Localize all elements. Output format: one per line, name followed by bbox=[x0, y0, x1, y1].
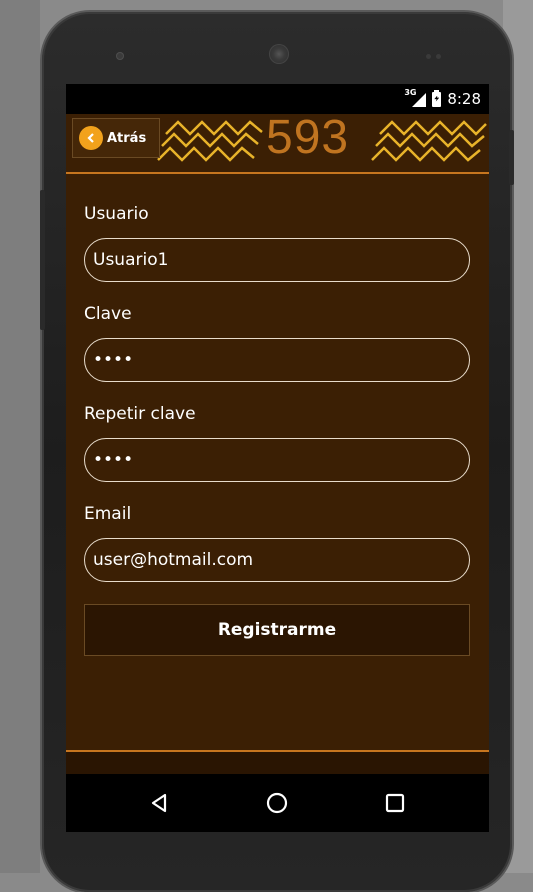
clock: 8:28 bbox=[447, 90, 481, 108]
username-label: Usuario bbox=[84, 204, 149, 224]
header-banner: 593 Atrás bbox=[66, 111, 489, 174]
footer-bar bbox=[66, 750, 489, 774]
speaker-grille bbox=[269, 44, 289, 64]
home-circle-icon[interactable] bbox=[262, 788, 292, 818]
password-label: Clave bbox=[84, 304, 132, 324]
repeat-password-label: Repetir clave bbox=[84, 404, 196, 424]
email-label: Email bbox=[84, 504, 132, 524]
email-input[interactable]: user@hotmail.com bbox=[84, 538, 470, 582]
brand-logo-text: 593 bbox=[266, 111, 350, 164]
chevron-left-icon bbox=[79, 126, 103, 150]
navigation-bar bbox=[66, 774, 489, 832]
volume-button bbox=[40, 190, 45, 330]
registration-form: Usuario Usuario1 Clave •••• Repetir clav… bbox=[84, 204, 470, 656]
battery-charging-icon bbox=[432, 89, 442, 107]
signal-icon: 3G bbox=[404, 88, 427, 107]
repeat-password-input[interactable]: •••• bbox=[84, 438, 470, 482]
background-left bbox=[0, 0, 40, 873]
front-camera bbox=[116, 52, 124, 60]
username-input[interactable]: Usuario1 bbox=[84, 238, 470, 282]
power-button bbox=[509, 130, 514, 185]
back-triangle-icon[interactable] bbox=[144, 788, 174, 818]
back-button[interactable]: Atrás bbox=[72, 118, 160, 158]
register-button[interactable]: Registrarme bbox=[84, 604, 470, 656]
recents-square-icon[interactable] bbox=[380, 788, 410, 818]
app-screen: 3G 8:28 593 Atrás Usuario Usuario1 Clave… bbox=[66, 84, 489, 832]
sensor-dot bbox=[436, 54, 441, 59]
sensor-dot bbox=[426, 54, 431, 59]
back-label: Atrás bbox=[107, 130, 147, 146]
password-input[interactable]: •••• bbox=[84, 338, 470, 382]
